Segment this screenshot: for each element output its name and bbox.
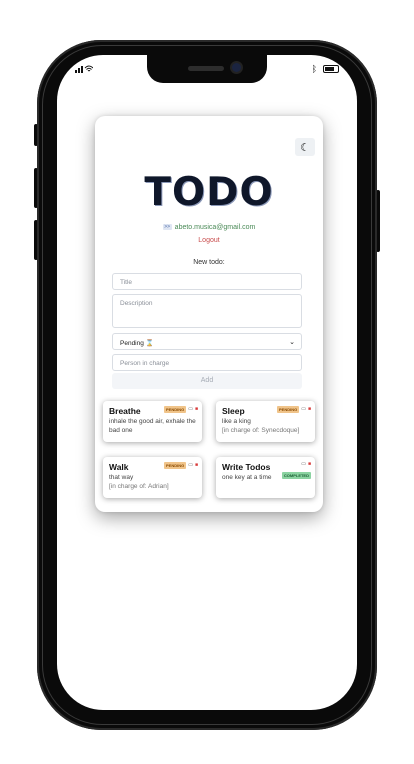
signal-icon [75,64,94,75]
todo-card: Walk that way [in charge of: Adrian] PEN… [103,457,202,498]
add-button[interactable]: Add [112,373,302,389]
user-email: >> abeto.musica@gmail.com [95,224,323,231]
phone-screen: ᛒ ☾ TODO >> abeto.musica@gmail.com Logout… [57,55,357,710]
status-badge[interactable]: PENDING [164,462,187,469]
trash-icon[interactable]: ■ [308,462,311,467]
todo-charge: [in charge of: Adrian] [109,483,169,490]
edit-icon[interactable]: ▭ [188,407,193,412]
trash-icon[interactable]: ■ [195,463,198,468]
camera-icon [232,63,241,72]
page-title: TODO [144,170,274,215]
todo-actions: PENDING ▭ ■ [277,406,311,413]
todo-description: that way [109,474,134,481]
notch [147,55,267,83]
todo-actions: PENDING ▭ ■ [164,406,198,413]
edit-icon[interactable]: ▭ [301,462,306,467]
status-select[interactable]: Pending ⌛ ⌄ [112,333,302,350]
trash-icon[interactable]: ■ [195,407,198,412]
trash-icon[interactable]: ■ [308,407,311,412]
theme-toggle-button[interactable]: ☾ [295,138,315,156]
description-input[interactable]: Description [112,294,302,328]
todo-actions: PENDING ▭ ■ [164,462,198,469]
person-in-charge-input[interactable]: Person in charge [112,354,302,371]
status-badge[interactable]: COMPLETED [281,472,311,479]
title-input[interactable]: Title [112,273,302,290]
logout-link[interactable]: Logout [95,237,323,244]
github-icon: >> [162,224,172,231]
new-todo-label: New todo: [193,259,225,266]
moon-icon: ☾ [300,141,310,154]
status-select-value: Pending ⌛ [120,340,154,347]
email-text: abeto.musica@gmail.com [174,224,256,231]
status-badge[interactable]: PENDING [164,406,187,413]
todo-card: Sleep like a king [in charge of: Synecdo… [216,401,315,442]
todo-card: Breathe inhale the good air, exhale the … [103,401,202,442]
todo-description: inhale the good air, exhale the bad one [109,418,196,434]
edit-icon[interactable]: ▭ [301,407,306,412]
todo-card: Write Todos one key at a time ▭ ■ COMPLE… [216,457,315,498]
speaker [188,66,224,71]
bluetooth-icon: ᛒ [311,64,317,74]
todo-charge: [in charge of: Synecdoque] [222,427,300,434]
status-badge[interactable]: PENDING [277,406,300,413]
todo-actions: ▭ ■ [301,462,311,467]
edit-icon[interactable]: ▭ [188,463,193,468]
chevron-down-icon: ⌄ [289,339,295,346]
todo-app-card: ☾ TODO >> abeto.musica@gmail.com Logout N… [95,116,323,512]
battery-icon [323,65,339,73]
status-right: ᛒ [312,64,339,74]
todo-name: Write Todos [222,462,271,472]
todo-description: like a king [222,418,251,425]
